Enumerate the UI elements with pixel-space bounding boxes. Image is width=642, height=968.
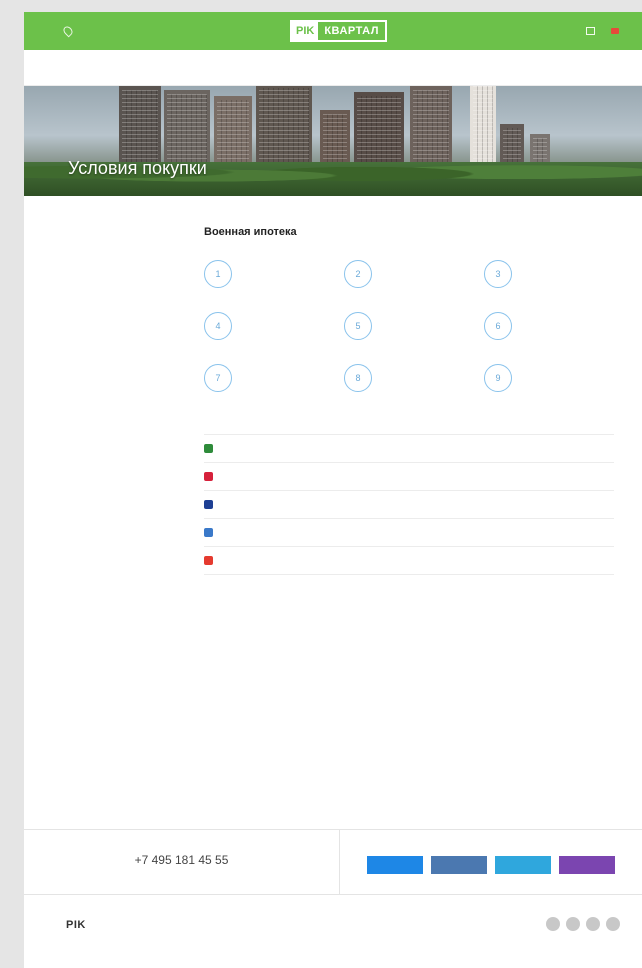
step-number: 9 bbox=[484, 364, 512, 392]
table-row bbox=[204, 434, 614, 463]
social-icon[interactable] bbox=[606, 917, 620, 931]
table-cell bbox=[296, 462, 376, 491]
table-cell bbox=[468, 462, 614, 491]
step-number: 2 bbox=[344, 260, 372, 288]
step-number: 8 bbox=[344, 364, 372, 392]
table-cell bbox=[296, 490, 376, 519]
step-number: 3 bbox=[484, 260, 512, 288]
bank-cell bbox=[204, 518, 296, 547]
table-row bbox=[204, 462, 614, 491]
column-header bbox=[204, 424, 296, 435]
step-number: 5 bbox=[344, 312, 372, 340]
table-cell bbox=[468, 490, 614, 519]
side-menu bbox=[66, 226, 204, 575]
step-item: 6 bbox=[484, 312, 614, 346]
step-item: 1 bbox=[204, 260, 334, 294]
table-row bbox=[204, 518, 614, 547]
column-header bbox=[468, 424, 614, 435]
user-card-icon bbox=[586, 27, 595, 35]
footer: PIK bbox=[24, 895, 642, 968]
table-cell bbox=[376, 546, 468, 575]
logo-text: КВАРТАЛ bbox=[324, 25, 379, 37]
footer-contacts: +7 495 181 45 55 bbox=[24, 829, 642, 895]
social-icon[interactable] bbox=[566, 917, 580, 931]
banks-table bbox=[204, 424, 614, 575]
table-cell bbox=[468, 546, 614, 575]
step-number: 7 bbox=[204, 364, 232, 392]
footer-logo[interactable]: PIK bbox=[66, 919, 86, 931]
column-header bbox=[376, 424, 468, 435]
steps-grid: 1 2 3 4 5 6 7 8 9 bbox=[204, 260, 614, 398]
bank-icon bbox=[204, 500, 213, 509]
step-number: 6 bbox=[484, 312, 512, 340]
table-cell bbox=[376, 462, 468, 491]
share-button[interactable] bbox=[495, 856, 551, 874]
step-item: 3 bbox=[484, 260, 614, 294]
table-cell bbox=[468, 518, 614, 547]
main-content: Военная ипотека 1 2 3 4 5 6 7 8 9 bbox=[204, 226, 614, 575]
table-cell bbox=[296, 434, 376, 463]
table-cell bbox=[296, 546, 376, 575]
hero-banner: Условия покупки bbox=[24, 86, 642, 196]
step-item: 2 bbox=[344, 260, 474, 294]
bank-logo bbox=[204, 500, 296, 509]
share-button[interactable] bbox=[367, 856, 423, 874]
table-row bbox=[204, 546, 614, 575]
section-title: Военная ипотека bbox=[204, 226, 297, 238]
step-item: 9 bbox=[484, 364, 614, 398]
social-links bbox=[546, 917, 620, 931]
bank-logo bbox=[204, 528, 296, 537]
table-cell bbox=[376, 518, 468, 547]
social-icon[interactable] bbox=[586, 917, 600, 931]
bank-logo bbox=[204, 472, 296, 481]
top-bar: PIK КВАРТАЛ bbox=[24, 12, 642, 50]
main-nav bbox=[24, 50, 642, 86]
flag-icon bbox=[611, 28, 619, 34]
step-item: 5 bbox=[344, 312, 474, 346]
step-number: 1 bbox=[204, 260, 232, 288]
logo-mark: PIK bbox=[292, 22, 319, 40]
step-item: 4 bbox=[204, 312, 334, 346]
bank-logo bbox=[204, 556, 296, 565]
cabinet-link[interactable] bbox=[586, 27, 599, 35]
table-cell bbox=[376, 434, 468, 463]
bank-cell bbox=[204, 490, 296, 519]
share-button[interactable] bbox=[431, 856, 487, 874]
location-pin-icon bbox=[61, 24, 75, 38]
bank-logo bbox=[204, 444, 296, 453]
bank-cell bbox=[204, 546, 296, 575]
step-item: 7 bbox=[204, 364, 334, 398]
table-cell bbox=[468, 434, 614, 463]
share-buttons bbox=[367, 856, 615, 874]
bank-cell bbox=[204, 462, 296, 491]
share-button[interactable] bbox=[559, 856, 615, 874]
bank-icon bbox=[204, 556, 213, 565]
table-header-row bbox=[204, 424, 614, 435]
bank-icon bbox=[204, 444, 213, 453]
bank-cell bbox=[204, 434, 296, 463]
site-logo[interactable]: PIK КВАРТАЛ bbox=[290, 20, 387, 42]
social-icon[interactable] bbox=[546, 917, 560, 931]
footer-phone[interactable]: +7 495 181 45 55 bbox=[135, 853, 229, 867]
language-selector[interactable] bbox=[611, 28, 622, 34]
table-cell bbox=[376, 490, 468, 519]
location-selector[interactable] bbox=[61, 24, 78, 38]
step-number: 4 bbox=[204, 312, 232, 340]
step-item: 8 bbox=[344, 364, 474, 398]
table-row bbox=[204, 490, 614, 519]
bank-icon bbox=[204, 472, 213, 481]
page-title: Условия покупки bbox=[68, 158, 207, 178]
column-header bbox=[296, 424, 376, 435]
table-cell bbox=[296, 518, 376, 547]
page: PIK КВАРТАЛ Условия покупки Военная ипот… bbox=[24, 12, 642, 968]
bank-icon bbox=[204, 528, 213, 537]
